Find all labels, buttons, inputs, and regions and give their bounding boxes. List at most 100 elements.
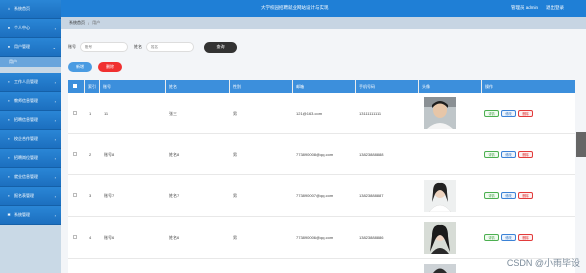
- table-row: 3 账号7 姓名7 男 773890007@qq.com 13823888887…: [68, 175, 575, 217]
- search-bar: 账号 姓名 查询: [68, 41, 237, 53]
- logout-link[interactable]: 退出登录: [546, 5, 564, 11]
- avatar: [424, 264, 456, 273]
- sidebar-item-employment[interactable]: ▪ 就业信息管理 ›: [0, 168, 61, 187]
- grid-icon: ▪: [8, 174, 10, 179]
- grid-icon: ▪: [8, 136, 10, 141]
- row-checkbox[interactable]: [73, 193, 77, 197]
- cell-name: 姓名8: [169, 152, 180, 157]
- cell-gender: 男: [233, 111, 237, 116]
- grid-icon: ▪: [8, 117, 10, 122]
- row-checkbox[interactable]: [73, 111, 77, 115]
- cell-account: 账号6: [104, 235, 115, 240]
- cell-phone: 13823888888: [359, 152, 384, 157]
- avatar: [424, 97, 456, 129]
- user-table: 索引 账号 姓名 性别 邮箱 手机号码 头像 操作 1 11 张三 男 121@…: [68, 80, 575, 273]
- edit-button[interactable]: 修改: [501, 151, 516, 158]
- chevron-right-icon: ›: [54, 99, 56, 104]
- add-button[interactable]: 新增: [68, 62, 92, 72]
- edit-button[interactable]: 修改: [501, 192, 516, 199]
- sidebar-item-label: 用户管理: [14, 44, 30, 49]
- account-search-input[interactable]: [80, 42, 128, 52]
- table-row: 1 11 张三 男 121@163.com 13111111111 详情 修改 …: [68, 93, 575, 134]
- table-row: [68, 259, 575, 273]
- avatar: [424, 180, 456, 212]
- sidebar-item-system[interactable]: ✱ 系统管理 ›: [0, 206, 61, 225]
- delete-button[interactable]: 删除: [518, 151, 533, 158]
- sidebar-item-label: 就业信息管理: [14, 174, 38, 179]
- col-avatar: 头像: [422, 84, 430, 89]
- breadcrumb-home[interactable]: 系统首页: [69, 20, 85, 26]
- staff-icon: ▪: [8, 79, 10, 84]
- sidebar-item-profile[interactable]: ● 个人中心 ›: [0, 19, 61, 38]
- chevron-right-icon: ›: [54, 80, 56, 85]
- avatar: [424, 222, 456, 254]
- cell-index: 3: [89, 193, 92, 198]
- chevron-right-icon: ›: [54, 194, 56, 199]
- table-row: 4 账号6 姓名6 男 773890006@qq.com 13823888886…: [68, 217, 575, 259]
- chevron-down-icon: ⌄: [52, 45, 56, 50]
- users-icon: ●: [7, 44, 11, 49]
- row-actions: 详情 修改 删除: [484, 110, 533, 117]
- select-all-checkbox[interactable]: [73, 84, 77, 88]
- sidebar-item-positions[interactable]: ▪ 招聘岗位管理 ›: [0, 149, 61, 168]
- cell-account: 11: [104, 111, 109, 116]
- top-header: 大学校园招聘就业网站设计与实现 管理员 admin 退出登录: [61, 0, 586, 17]
- sidebar-item-home[interactable]: ⌂ 系统首页: [0, 0, 61, 19]
- sidebar-item-staff[interactable]: ▪ 工作人员管理 ›: [0, 73, 61, 92]
- sidebar-item-label: 招聘信息管理: [14, 117, 38, 122]
- sidebar-item-applications[interactable]: ▪ 报名表管理 ›: [0, 187, 61, 206]
- sidebar-subitem-user[interactable]: 用户: [0, 57, 61, 67]
- sidebar-item-label: 工作人员管理: [14, 79, 38, 84]
- delete-button[interactable]: 删除: [518, 192, 533, 199]
- sidebar-item-cooperation[interactable]: ▪ 校企合作管理 ›: [0, 130, 61, 149]
- cell-phone: 13823888886: [359, 235, 384, 240]
- settings-icon: ✱: [7, 212, 11, 217]
- row-actions: 详情 修改 删除: [484, 192, 533, 199]
- sidebar-item-recruit-info[interactable]: ▪ 招聘信息管理 ›: [0, 111, 61, 130]
- cell-phone: 13111111111: [359, 111, 382, 116]
- edit-button[interactable]: 修改: [501, 110, 516, 117]
- sidebar-item-label: 招聘岗位管理: [14, 155, 38, 160]
- cell-phone: 13823888887: [359, 193, 384, 198]
- detail-button[interactable]: 详情: [484, 192, 499, 199]
- search-button[interactable]: 查询: [204, 41, 237, 53]
- row-checkbox[interactable]: [73, 152, 77, 156]
- grid-icon: ▪: [8, 193, 10, 198]
- breadcrumb-separator: /: [88, 20, 90, 26]
- app-title: 大学校园招聘就业网站设计与实现: [261, 5, 329, 10]
- sidebar: ⌂ 系统首页 ● 个人中心 › ● 用户管理 ⌄ 用户 ▪ 工作人员管理 › ▪…: [0, 0, 61, 273]
- grid-icon: ▪: [8, 155, 10, 160]
- cell-gender: 男: [233, 235, 237, 240]
- sidebar-item-label: 个人中心: [14, 25, 30, 30]
- batch-delete-button[interactable]: 删除: [98, 62, 122, 72]
- cell-account: 账号8: [104, 152, 115, 157]
- chevron-right-icon: ›: [54, 156, 56, 161]
- edit-button[interactable]: 修改: [501, 234, 516, 241]
- sidebar-item-teachers[interactable]: ▪ 教师信息管理 ›: [0, 92, 61, 111]
- breadcrumb: 系统首页 / 用户: [61, 17, 586, 29]
- cell-email: 773890006@qq.com: [296, 235, 334, 240]
- sidebar-item-label: 报名表管理: [14, 193, 34, 198]
- cell-email: 773890008@qq.com: [296, 152, 334, 157]
- cell-account: 账号7: [104, 193, 115, 198]
- delete-button[interactable]: 删除: [518, 234, 533, 241]
- detail-button[interactable]: 详情: [484, 234, 499, 241]
- col-email: 邮箱: [296, 84, 304, 89]
- col-gender: 性别: [233, 84, 241, 89]
- col-account: 账号: [103, 84, 111, 89]
- scroll-handle[interactable]: [576, 132, 586, 157]
- sidebar-item-users[interactable]: ● 用户管理 ⌄: [0, 38, 61, 57]
- sidebar-subitem-label: 用户: [9, 59, 17, 64]
- name-search-input[interactable]: [146, 42, 194, 52]
- chevron-right-icon: ›: [54, 213, 56, 218]
- detail-button[interactable]: 详情: [484, 110, 499, 117]
- home-icon: ⌂: [7, 6, 11, 11]
- table-row: 2 账号8 姓名8 男 773890008@qq.com 13823888888…: [68, 134, 575, 175]
- chevron-right-icon: ›: [54, 26, 56, 31]
- detail-button[interactable]: 详情: [484, 151, 499, 158]
- cell-gender: 男: [233, 152, 237, 157]
- cell-index: 2: [89, 152, 92, 157]
- row-checkbox[interactable]: [73, 235, 77, 239]
- col-phone: 手机号码: [359, 84, 375, 89]
- delete-button[interactable]: 删除: [518, 110, 533, 117]
